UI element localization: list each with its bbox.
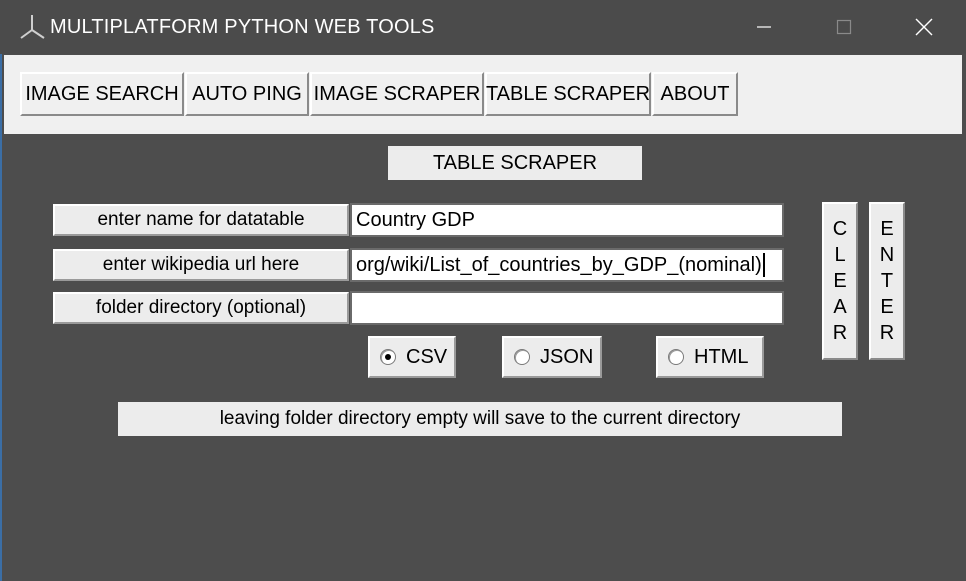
datatable-name-input[interactable]: Country GDP bbox=[350, 203, 784, 237]
format-radio-csv[interactable]: CSV bbox=[368, 336, 456, 378]
clear-letter: R bbox=[832, 322, 848, 344]
folder-directory-input[interactable] bbox=[350, 291, 784, 325]
close-icon bbox=[915, 18, 933, 36]
wikipedia-url-input[interactable]: org/wiki/List_of_countries_by_GDP_(nomin… bbox=[350, 248, 784, 282]
maximize-button[interactable] bbox=[804, 0, 884, 54]
info-message: leaving folder directory empty will save… bbox=[118, 402, 842, 436]
enter-letter: N bbox=[879, 244, 895, 266]
tab-strip: IMAGE SEARCH AUTO PING IMAGE SCRAPER TAB… bbox=[4, 55, 962, 134]
maximize-icon bbox=[836, 19, 852, 35]
clear-letter: A bbox=[833, 296, 847, 318]
tab-about[interactable]: ABOUT bbox=[652, 72, 738, 116]
clear-button[interactable]: C L E A R bbox=[822, 202, 858, 360]
format-label-csv: CSV bbox=[406, 345, 448, 368]
enter-letter: E bbox=[880, 296, 894, 318]
tab-table-scraper[interactable]: TABLE SCRAPER bbox=[485, 72, 651, 116]
tab-image-search[interactable]: IMAGE SEARCH bbox=[20, 72, 184, 116]
enter-letter: T bbox=[880, 270, 894, 292]
app-window: MULTIPLATFORM PYTHON WEB TOOLS IMAGE SEA… bbox=[0, 0, 966, 581]
close-button[interactable] bbox=[884, 0, 964, 54]
window-title: MULTIPLATFORM PYTHON WEB TOOLS bbox=[50, 16, 435, 38]
format-radio-json[interactable]: JSON bbox=[502, 336, 602, 378]
text-caret bbox=[762, 253, 765, 277]
clear-letter: E bbox=[833, 270, 847, 292]
title-bar[interactable]: MULTIPLATFORM PYTHON WEB TOOLS bbox=[0, 0, 966, 54]
page-title: TABLE SCRAPER bbox=[388, 146, 642, 180]
window-edge bbox=[0, 0, 2, 581]
clear-letter: C bbox=[832, 218, 848, 240]
enter-letter: E bbox=[880, 218, 894, 240]
table-scraper-panel: TABLE SCRAPER enter name for datatable C… bbox=[4, 134, 962, 579]
radio-checked-icon bbox=[380, 349, 396, 365]
minimize-button[interactable] bbox=[724, 0, 804, 54]
format-label-html: HTML bbox=[694, 345, 749, 368]
enter-button[interactable]: E N T E R bbox=[869, 202, 905, 360]
datatable-name-value: Country GDP bbox=[356, 208, 475, 231]
tab-image-scraper[interactable]: IMAGE SCRAPER bbox=[310, 72, 484, 116]
folder-directory-label: folder directory (optional) bbox=[53, 292, 349, 324]
format-label-json: JSON bbox=[540, 345, 594, 368]
wikipedia-url-label: enter wikipedia url here bbox=[53, 249, 349, 281]
radio-unchecked-icon bbox=[514, 349, 530, 365]
tab-auto-ping[interactable]: AUTO PING bbox=[185, 72, 309, 116]
minimize-icon bbox=[757, 26, 771, 28]
format-radio-html[interactable]: HTML bbox=[656, 336, 764, 378]
clear-letter: L bbox=[834, 244, 846, 266]
app-icon bbox=[20, 15, 45, 39]
enter-letter: R bbox=[879, 322, 895, 344]
radio-unchecked-icon bbox=[668, 349, 684, 365]
datatable-name-label: enter name for datatable bbox=[53, 204, 349, 236]
wikipedia-url-value: org/wiki/List_of_countries_by_GDP_(nomin… bbox=[356, 253, 762, 276]
